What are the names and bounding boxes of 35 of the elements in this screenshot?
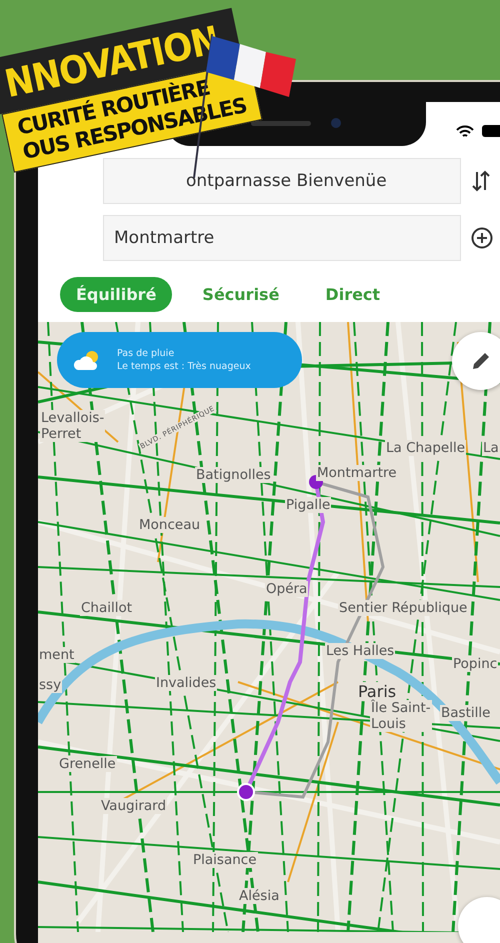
place-label: ment	[38, 647, 76, 664]
speaker-grille	[251, 120, 311, 126]
place-label: Batignolles	[195, 467, 272, 484]
place-label: Alésia	[238, 888, 280, 904]
place-label: La Chapelle	[385, 440, 466, 456]
place-label: Les Halles	[325, 643, 396, 660]
swap-arrows-icon[interactable]	[471, 169, 491, 193]
place-label: Popinc	[452, 656, 498, 672]
place-label: Opéra	[265, 581, 308, 598]
origin-marker	[237, 783, 255, 801]
place-label: Pigalle	[285, 497, 332, 514]
place-label: Invalides	[155, 675, 218, 692]
place-label: Monceau	[138, 517, 202, 534]
camera-lens	[331, 118, 341, 128]
place-label: Bastille	[440, 705, 492, 722]
place-label: Grenelle	[58, 756, 117, 772]
route-mode-tab[interactable]: Équilibré	[60, 277, 172, 312]
place-label: La	[482, 440, 500, 456]
place-label: Plaisance	[192, 852, 258, 868]
origin-field[interactable]: ontparnasse Bienvenüe	[103, 158, 461, 204]
place-label: Sentier République	[338, 600, 468, 616]
destination-field[interactable]: Montmartre	[103, 215, 461, 261]
place-label: Île Saint- Louis	[370, 700, 432, 732]
wifi-icon	[456, 125, 474, 138]
pencil-icon	[470, 350, 492, 372]
route-mode-tab[interactable]: Sécurisé	[186, 277, 296, 312]
place-label: Vaugirard	[100, 798, 168, 814]
weather-status-text: Pas de pluie	[117, 348, 176, 359]
place-label: Levallois- Perret	[40, 410, 106, 442]
place-label: Montmartre	[316, 465, 398, 482]
add-circle-icon[interactable]	[471, 227, 493, 249]
weather-description-text: Le temps est : Très nuageux	[117, 361, 251, 372]
place-label: Chaillot	[80, 600, 134, 616]
route-mode-tab[interactable]: Direct	[309, 277, 396, 312]
edit-button[interactable]	[452, 332, 500, 390]
